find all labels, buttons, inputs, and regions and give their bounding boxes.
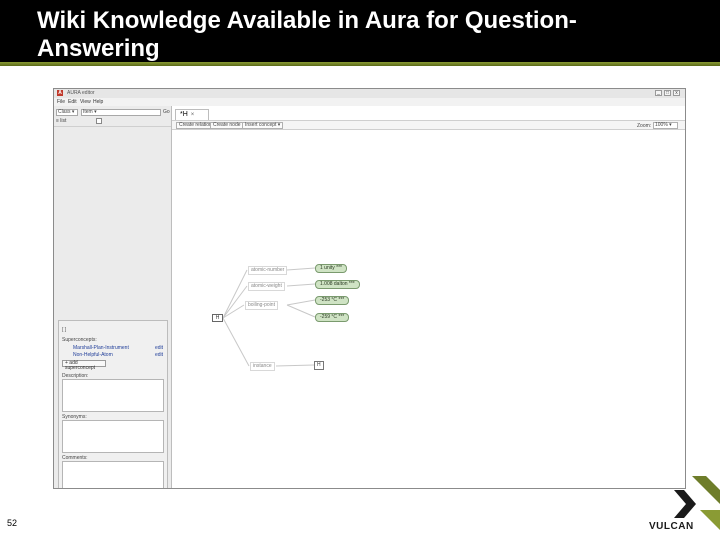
filter-checkbox[interactable] <box>96 118 102 124</box>
minimize-button[interactable]: _ <box>655 90 662 96</box>
value-node[interactable]: 1.008 dalton *** <box>315 280 360 289</box>
menu-edit[interactable]: Edit <box>68 99 77 105</box>
superconcept-link[interactable]: Non-Helpful-Atom <box>73 352 113 358</box>
slide-title: Wiki Knowledge Available in Aura for Que… <box>37 7 577 62</box>
maximize-button[interactable]: □ <box>664 90 671 96</box>
value-node[interactable]: -253 °C *** <box>315 296 350 305</box>
graph-edges <box>222 267 316 367</box>
details-tab[interactable]: [ ] <box>62 327 66 333</box>
title-banner: Wiki Knowledge Available in Aura for Que… <box>0 0 720 66</box>
app-logo-icon: A <box>57 90 63 96</box>
title-underline <box>0 62 720 66</box>
concept-graph[interactable]: H atomic-number atomic-weight boiling-po… <box>172 106 685 488</box>
relation-label[interactable]: boiling-point <box>245 301 278 310</box>
aura-editor-window: A AURA editor _ □ x File Edit View Help … <box>53 88 686 489</box>
relation-label[interactable]: atomic-weight <box>248 282 285 291</box>
logo-text: VULCAN <box>649 521 694 532</box>
center-concept-node[interactable]: H <box>212 314 223 322</box>
value-node[interactable]: 1 unity *** <box>315 264 347 273</box>
close-button[interactable]: x <box>673 90 680 96</box>
add-superconcept-button[interactable]: + add superconcept <box>62 360 106 371</box>
divider <box>54 126 171 127</box>
superconcept-edit-link[interactable]: edit <box>155 352 163 358</box>
go-button[interactable]: Go <box>163 109 170 116</box>
graph-editor-area: *H × Create relation Create node Insert c… <box>172 106 685 488</box>
superconcepts-label: Superconcepts: <box>62 337 97 343</box>
window-title: AURA editor <box>67 90 95 96</box>
relation-label[interactable]: atomic-number <box>248 266 288 275</box>
menu-view[interactable]: View <box>80 99 91 105</box>
left-panel: Class ▾ Item ▾ Go ≡ list [ ] Superconcep… <box>54 106 172 488</box>
comments-field[interactable] <box>62 461 164 488</box>
relation-label[interactable]: instance <box>250 362 275 371</box>
concept-details-panel: [ ] Superconcepts: Marshall-Plan-Instrum… <box>58 320 168 488</box>
synonyms-field[interactable] <box>62 420 164 453</box>
menu-file[interactable]: File <box>57 99 65 105</box>
page-number: 52 <box>7 518 18 528</box>
instance-node[interactable]: H <box>314 361 324 370</box>
item-combo[interactable]: Item ▾ <box>81 109 161 116</box>
superconcept-edit-link[interactable]: edit <box>155 345 163 351</box>
description-field[interactable] <box>62 379 164 412</box>
superconcept-link[interactable]: Marshall-Plan-Instrument <box>73 345 129 351</box>
menu-help[interactable]: Help <box>93 99 103 105</box>
value-node[interactable]: -259 °C *** <box>315 313 350 322</box>
list-toggle[interactable]: ≡ list <box>56 118 66 124</box>
menu-bar: File Edit View Help <box>54 98 685 106</box>
class-combo[interactable]: Class ▾ <box>56 109 78 116</box>
